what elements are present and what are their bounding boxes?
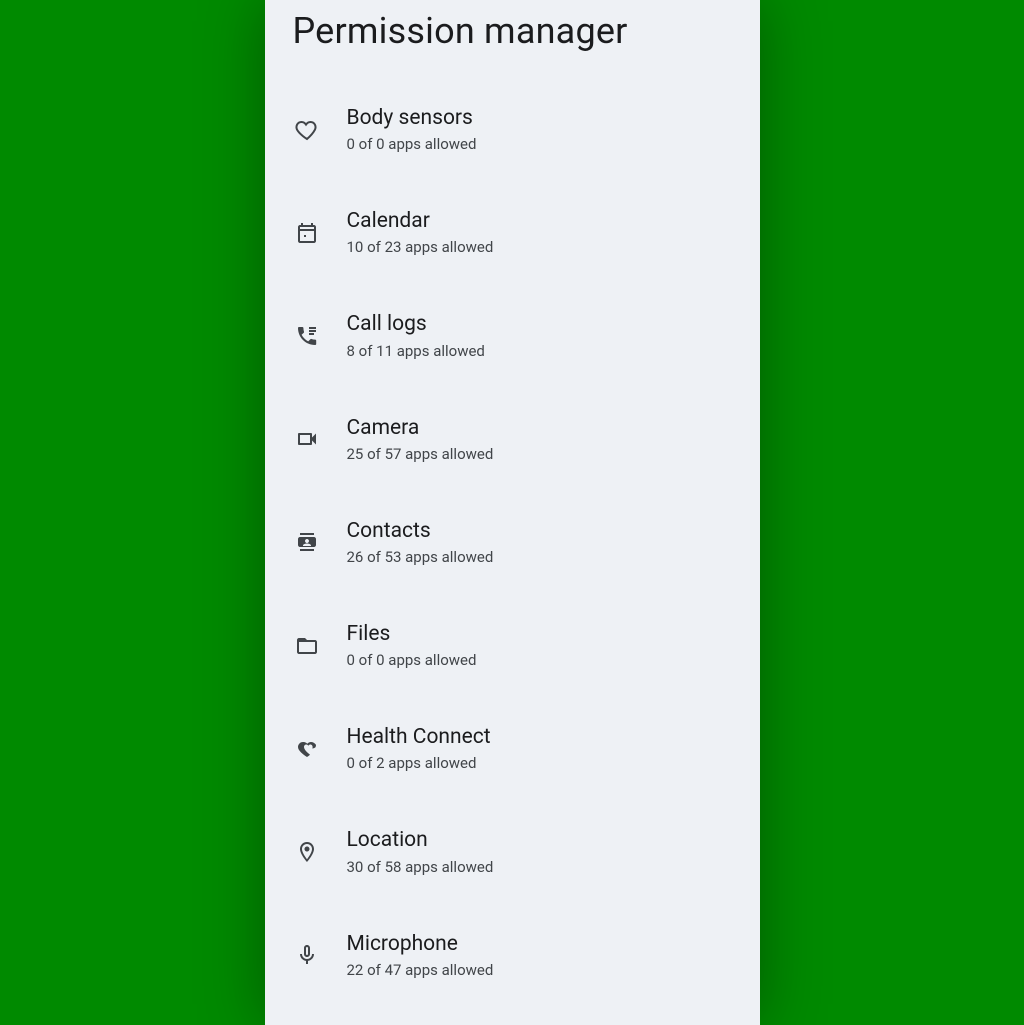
permission-item-label: Contacts — [347, 519, 732, 544]
permission-item-call-logs[interactable]: Call logs 8 of 11 apps allowed — [265, 296, 760, 375]
permission-item-text: Contacts 26 of 53 apps allowed — [347, 519, 732, 566]
permission-item-microphone[interactable]: Microphone 22 of 47 apps allowed — [265, 916, 760, 995]
permission-item-label: Body sensors — [347, 106, 732, 131]
permission-item-camera[interactable]: Camera 25 of 57 apps allowed — [265, 400, 760, 479]
contacts-icon — [293, 528, 321, 556]
permission-item-sub: 0 of 0 apps allowed — [347, 135, 732, 153]
permission-item-sub: 30 of 58 apps allowed — [347, 858, 732, 876]
permission-item-files[interactable]: Files 0 of 0 apps allowed — [265, 606, 760, 685]
permission-item-calendar[interactable]: Calendar 10 of 23 apps allowed — [265, 193, 760, 272]
permission-item-sub: 0 of 0 apps allowed — [347, 651, 732, 669]
permission-item-sub: 22 of 47 apps allowed — [347, 961, 732, 979]
permission-item-sub: 26 of 53 apps allowed — [347, 548, 732, 566]
permission-item-text: Files 0 of 0 apps allowed — [347, 622, 732, 669]
permission-item-sub: 25 of 57 apps allowed — [347, 445, 732, 463]
permission-item-label: Call logs — [347, 312, 732, 337]
permission-item-text: Call logs 8 of 11 apps allowed — [347, 312, 732, 359]
permission-item-text: Body sensors 0 of 0 apps allowed — [347, 106, 732, 153]
permission-item-contacts[interactable]: Contacts 26 of 53 apps allowed — [265, 503, 760, 582]
call-log-icon — [293, 322, 321, 350]
heart-icon — [293, 116, 321, 144]
permission-item-sub: 0 of 2 apps allowed — [347, 754, 732, 772]
health-connect-icon — [293, 735, 321, 763]
permission-item-health-connect[interactable]: Health Connect 0 of 2 apps allowed — [265, 709, 760, 788]
permission-item-text: Health Connect 0 of 2 apps allowed — [347, 725, 732, 772]
permission-item-label: Camera — [347, 416, 732, 441]
permission-item-text: Camera 25 of 57 apps allowed — [347, 416, 732, 463]
folder-icon — [293, 632, 321, 660]
permission-item-text: Calendar 10 of 23 apps allowed — [347, 209, 732, 256]
permission-item-label: Microphone — [347, 932, 732, 957]
permission-item-label: Files — [347, 622, 732, 647]
page-title: Permission manager — [265, 0, 760, 90]
camera-icon — [293, 425, 321, 453]
calendar-icon — [293, 219, 321, 247]
permission-item-label: Health Connect — [347, 725, 732, 750]
permission-item-sub: 8 of 11 apps allowed — [347, 342, 732, 360]
permission-list: Body sensors 0 of 0 apps allowed Calenda… — [265, 90, 760, 995]
settings-panel: Permission manager Body sensors 0 of 0 a… — [265, 0, 760, 1025]
microphone-icon — [293, 941, 321, 969]
permission-item-sub: 10 of 23 apps allowed — [347, 238, 732, 256]
permission-item-location[interactable]: Location 30 of 58 apps allowed — [265, 812, 760, 891]
location-icon — [293, 838, 321, 866]
permission-item-label: Calendar — [347, 209, 732, 234]
permission-item-text: Location 30 of 58 apps allowed — [347, 828, 732, 875]
permission-item-text: Microphone 22 of 47 apps allowed — [347, 932, 732, 979]
permission-item-label: Location — [347, 828, 732, 853]
permission-item-body-sensors[interactable]: Body sensors 0 of 0 apps allowed — [265, 90, 760, 169]
